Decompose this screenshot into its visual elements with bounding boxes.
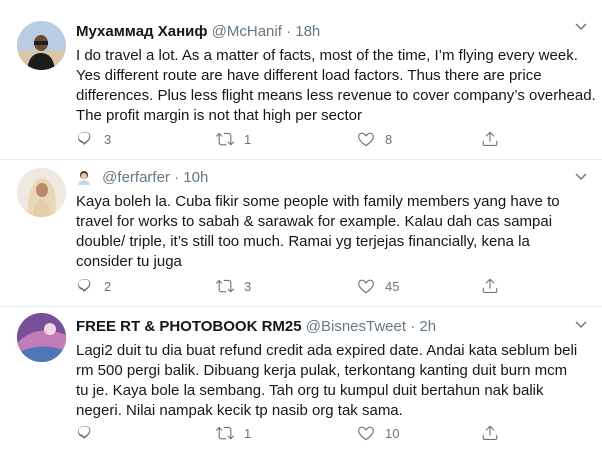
tweet[interactable]: FREE RT & PHOTOBOOK RM25 @BisnesTweet · …	[0, 307, 602, 458]
timestamp[interactable]: 2h	[419, 318, 436, 335]
user-handle[interactable]: @BisnesTweet	[306, 318, 406, 335]
tweet-header: Мухаммад Ханиф @McHanif · 18h	[76, 21, 588, 43]
separator-dot: ·	[410, 318, 416, 335]
like-icon	[358, 426, 374, 441]
retweet-icon	[216, 279, 234, 293]
tweet-text-line: I do travel a lot. As a matter of facts,…	[76, 47, 578, 64]
user-handle[interactable]: @McHanif	[212, 23, 282, 40]
reply-count: 3	[104, 131, 112, 147]
share-icon	[482, 131, 498, 146]
tweet-actions: 1 10	[76, 422, 499, 444]
like-button[interactable]: 8	[357, 128, 392, 150]
share-icon	[482, 425, 498, 440]
timestamp[interactable]: 10h	[183, 169, 208, 186]
chevron-down-icon[interactable]	[574, 169, 588, 183]
display-name[interactable]	[76, 169, 102, 186]
tweet-text-line: consider tu juga	[76, 253, 182, 270]
retweet-button[interactable]: 1	[216, 128, 251, 150]
tweet-text-line: differences. Plus less flight means less…	[76, 87, 596, 104]
reply-button[interactable]: 3	[76, 128, 111, 150]
tweet-actions: 2 3 45	[76, 275, 499, 297]
person-emoji-icon	[78, 171, 90, 185]
chevron-down-icon[interactable]	[574, 317, 588, 331]
avatar[interactable]	[17, 168, 66, 217]
retweet-button[interactable]: 3	[216, 275, 251, 297]
like-icon	[358, 279, 374, 294]
timeline: Мухаммад Ханиф @McHanif · 18h I do trave…	[0, 0, 602, 458]
tweet-text-line: travel for works to sabah & sarawak for …	[76, 213, 553, 230]
tweet-content: @ferfarfer · 10h Kaya boleh la. Cuba fik…	[76, 167, 588, 272]
like-icon	[358, 132, 374, 147]
tweet-text: Kaya boleh la. Cuba fikir some people wi…	[76, 192, 588, 272]
tweet[interactable]: Мухаммад Ханиф @McHanif · 18h I do trave…	[0, 0, 602, 160]
chevron-down-icon[interactable]	[574, 19, 588, 33]
tweet-text-line: Yes different route are have different l…	[76, 67, 542, 84]
tweet-text-line: rm 500 pergi balik. Dibuang kerja pulak,…	[76, 362, 568, 379]
like-count: 8	[385, 131, 393, 147]
separator-dot: ·	[174, 169, 180, 186]
share-button[interactable]	[481, 128, 499, 150]
reply-button[interactable]: 2	[76, 275, 111, 297]
display-name[interactable]: Мухаммад Ханиф	[76, 23, 207, 40]
like-count: 10	[385, 425, 400, 441]
tweet-text-line: Lagi2 duit tu dia buat refund credit ada…	[76, 342, 578, 359]
user-handle[interactable]: @ferfarfer	[102, 169, 170, 186]
tweet-text-line: Kaya boleh la. Cuba fikir some people wi…	[76, 193, 560, 210]
timestamp[interactable]: 18h	[295, 23, 320, 40]
tweet-content: Мухаммад Ханиф @McHanif · 18h I do trave…	[76, 21, 596, 126]
reply-icon	[78, 426, 91, 439]
like-button[interactable]: 10	[357, 422, 399, 444]
tweet-text-line: The profit margin is not that high per s…	[76, 107, 362, 124]
tweet-actions: 3 1 8	[76, 128, 499, 150]
retweet-count: 1	[244, 425, 252, 441]
avatar[interactable]	[17, 313, 66, 362]
tweet-header: FREE RT & PHOTOBOOK RM25 @BisnesTweet · …	[76, 316, 588, 338]
retweet-icon	[216, 426, 234, 440]
avatar[interactable]	[17, 21, 66, 70]
tweet-text-line: negeri. Nilai nampak kecik tp nasib org …	[76, 402, 403, 419]
reply-button[interactable]	[76, 422, 104, 444]
tweet-header: @ferfarfer · 10h	[76, 167, 588, 189]
retweet-count: 3	[244, 278, 252, 294]
tweet-text-line: tu je. Kaya bole la sembang. Tah org tu …	[76, 382, 544, 399]
like-button[interactable]: 45	[357, 275, 399, 297]
reply-count: 2	[104, 278, 112, 294]
display-name[interactable]: FREE RT & PHOTOBOOK RM25	[76, 318, 302, 335]
like-count: 45	[385, 278, 400, 294]
tweet-text: Lagi2 duit tu dia buat refund credit ada…	[76, 341, 588, 421]
retweet-icon	[216, 132, 234, 146]
tweet-content: FREE RT & PHOTOBOOK RM25 @BisnesTweet · …	[76, 316, 588, 421]
retweet-count: 1	[244, 131, 252, 147]
reply-icon	[78, 279, 91, 292]
tweet-text-line: double/ triple, it’s still too much. Ram…	[76, 233, 530, 250]
retweet-button[interactable]: 1	[216, 422, 251, 444]
separator-dot: ·	[286, 23, 292, 40]
tweet[interactable]: @ferfarfer · 10h Kaya boleh la. Cuba fik…	[0, 160, 602, 307]
share-icon	[482, 278, 498, 293]
share-button[interactable]	[481, 275, 499, 297]
reply-icon	[78, 132, 91, 145]
share-button[interactable]	[481, 422, 499, 444]
tweet-text: I do travel a lot. As a matter of facts,…	[76, 46, 596, 126]
